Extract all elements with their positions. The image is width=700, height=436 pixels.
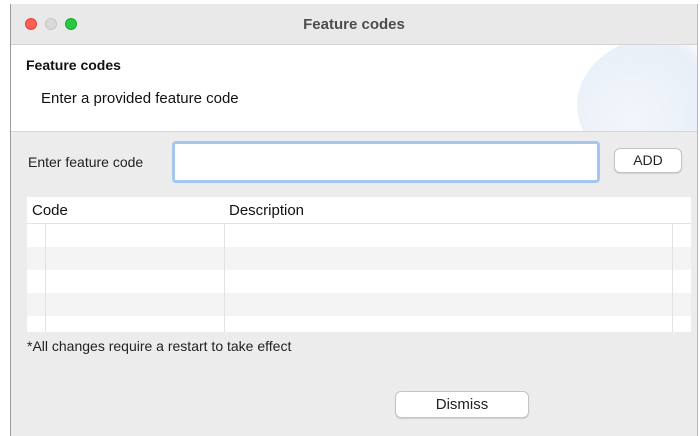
feature-codes-table: Code Description bbox=[27, 197, 691, 332]
table-row[interactable] bbox=[27, 224, 691, 247]
feature-codes-window: Feature codes Feature codes Enter a prov… bbox=[10, 4, 698, 436]
window-title: Feature codes bbox=[303, 16, 405, 33]
restart-note: *All changes require a restart to take e… bbox=[27, 338, 292, 354]
table-row[interactable] bbox=[27, 247, 691, 270]
column-header-description[interactable]: Description bbox=[229, 202, 304, 219]
table-header: Code Description bbox=[27, 197, 691, 224]
add-button[interactable]: ADD bbox=[614, 148, 682, 173]
dismiss-button[interactable]: Dismiss bbox=[395, 391, 529, 418]
title-bar[interactable]: Feature codes bbox=[11, 4, 697, 45]
table-row[interactable] bbox=[27, 270, 691, 293]
column-divider bbox=[45, 223, 46, 332]
table-row[interactable] bbox=[27, 316, 691, 332]
column-header-code[interactable]: Code bbox=[32, 202, 68, 219]
table-row[interactable] bbox=[27, 293, 691, 316]
header-decoration bbox=[577, 45, 697, 131]
feature-code-label: Enter feature code bbox=[28, 154, 144, 170]
dialog-header: Feature codes Enter a provided feature c… bbox=[11, 45, 697, 132]
header-title: Feature codes bbox=[26, 57, 121, 73]
header-subtitle: Enter a provided feature code bbox=[41, 90, 239, 107]
feature-code-input[interactable] bbox=[172, 141, 600, 183]
column-divider bbox=[672, 223, 673, 332]
column-divider[interactable] bbox=[224, 223, 225, 332]
